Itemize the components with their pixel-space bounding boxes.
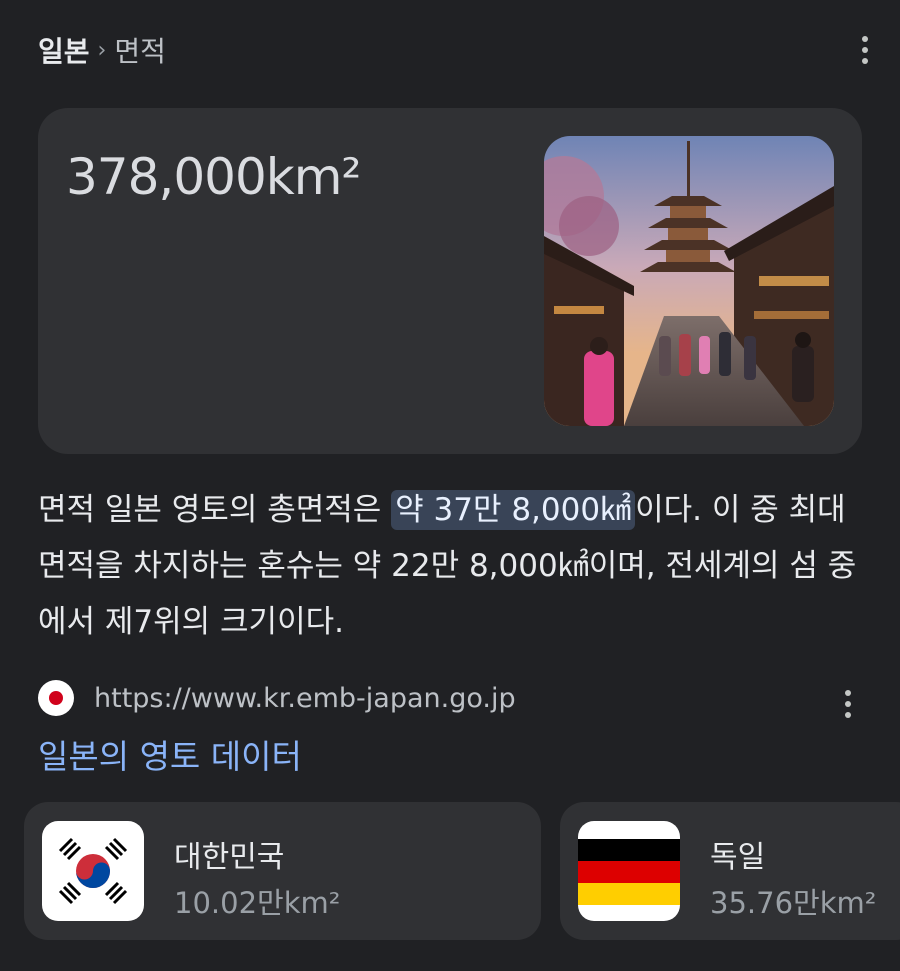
snippet-text-before: 면적 일본 영토의 총면적은 [38, 492, 392, 528]
breadcrumb-separator: › [97, 37, 107, 63]
breadcrumb: 일본 › 면적 [38, 28, 166, 72]
area-value: 378,000km² [66, 148, 361, 206]
japan-street-image[interactable] [544, 136, 834, 426]
japan-flag-icon [38, 680, 74, 716]
more-options-icon[interactable] [860, 36, 870, 64]
breadcrumb-root[interactable]: 일본 [38, 30, 90, 70]
breadcrumb-current: 면적 [114, 35, 166, 68]
south-korea-flag-icon [42, 821, 144, 921]
related-country-card[interactable]: 대한민국 10.02만km² [24, 802, 541, 940]
related-country-card[interactable]: 독일 35.76만km² [560, 802, 900, 940]
answer-card: 378,000km² [38, 108, 862, 454]
germany-flag-icon [578, 821, 680, 921]
country-name: 대한민국 [174, 840, 285, 875]
country-area: 10.02만km² [174, 886, 341, 920]
country-area: 35.76만km² [710, 886, 877, 920]
territory-data-link[interactable]: 일본의 영토 데이터 [38, 730, 302, 778]
source-row[interactable]: https://www.kr.emb-japan.go.jp [38, 678, 516, 718]
snippet-highlight: 약 37만 8,000㎢ [391, 490, 636, 530]
country-name: 독일 [710, 840, 766, 875]
answer-snippet: 면적 일본 영토의 총면적은 약 37만 8,000㎢ 이다. 이 중 최대 면적… [38, 482, 868, 650]
source-url[interactable]: https://www.kr.emb-japan.go.jp [94, 683, 516, 714]
source-more-options-icon[interactable] [843, 690, 853, 718]
